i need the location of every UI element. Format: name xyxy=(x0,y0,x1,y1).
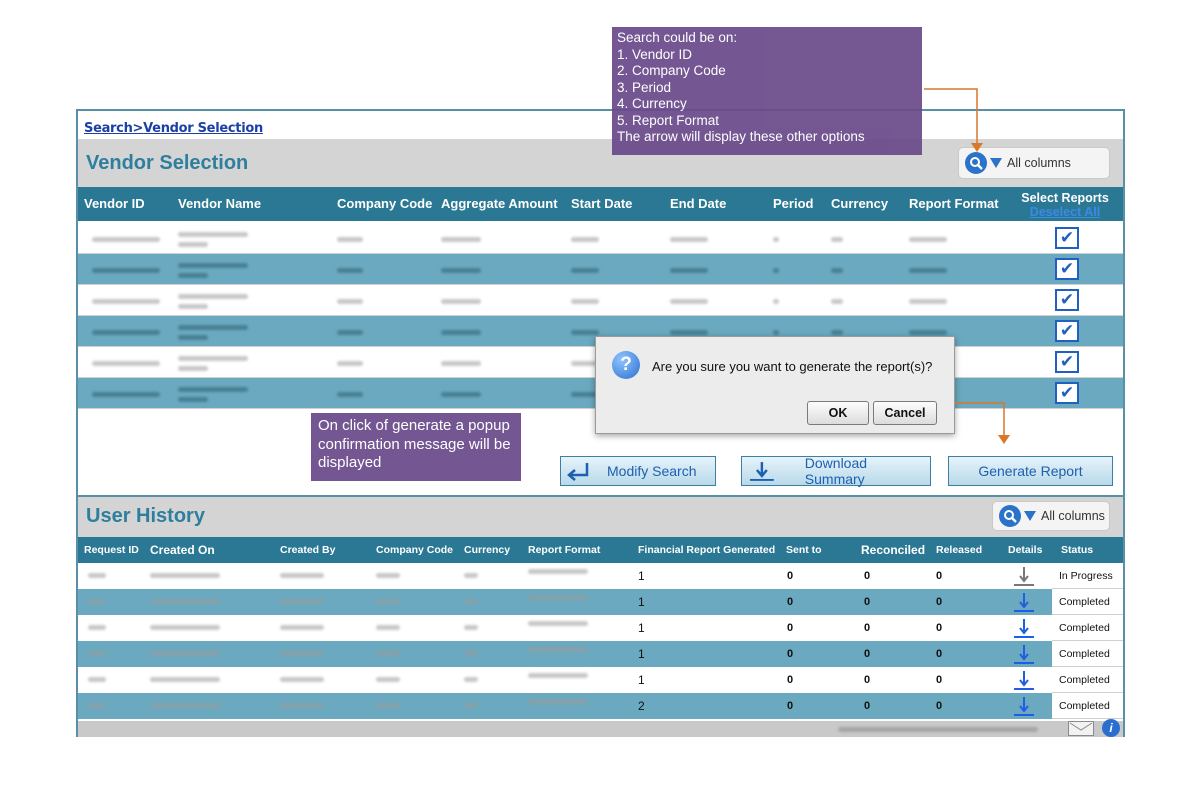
popup-note-arrow xyxy=(955,402,1005,437)
annotation-arrows xyxy=(924,88,1010,444)
popup-note-arrowhead xyxy=(998,435,1010,444)
search-note-arrow xyxy=(924,88,978,145)
search-note-arrowhead xyxy=(971,143,983,152)
